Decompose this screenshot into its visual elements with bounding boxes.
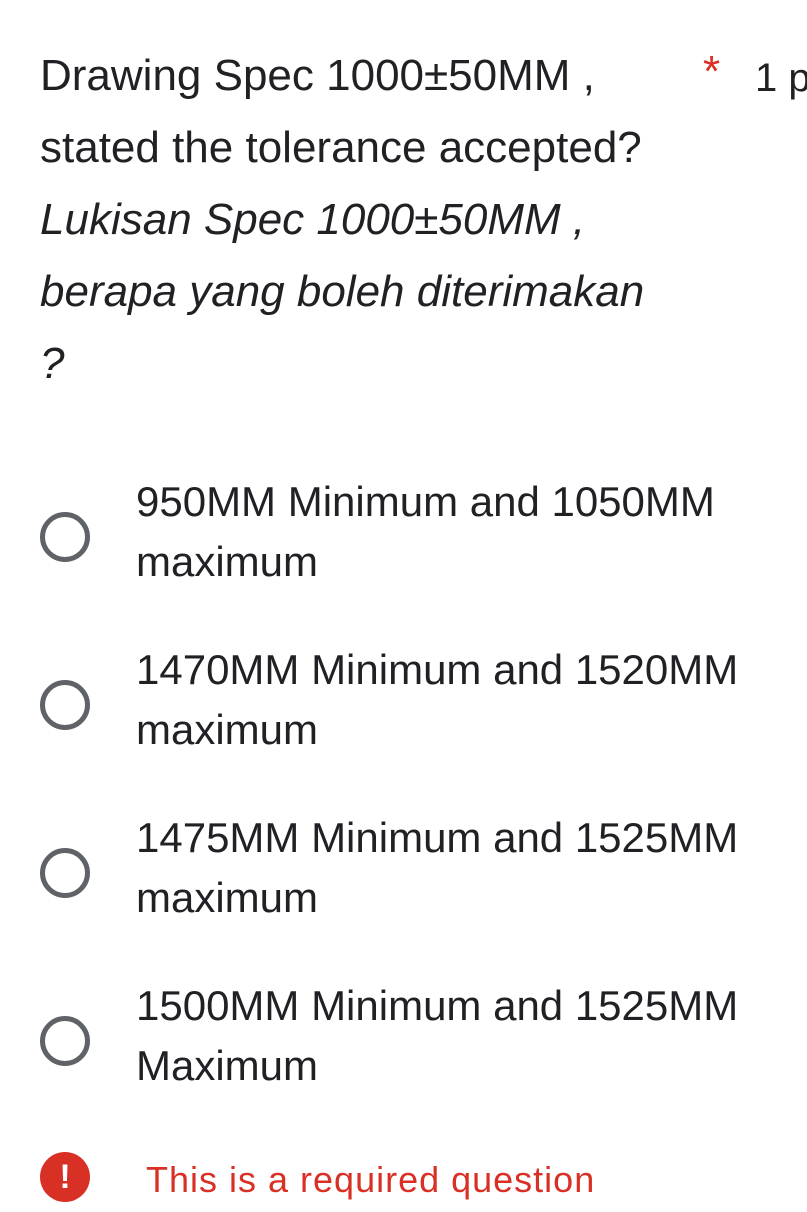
radio-button-2[interactable] (40, 680, 90, 730)
radio-button-3[interactable] (40, 848, 90, 898)
radio-button-4[interactable] (40, 1016, 90, 1066)
required-asterisk: * (703, 47, 721, 96)
radio-button-1[interactable] (40, 512, 90, 562)
option-3[interactable]: 1475MM Minimum and 1525MM maximum (0, 806, 807, 936)
points-label: 1 po (755, 56, 807, 100)
required-validation: ! This is a required question (40, 1152, 800, 1212)
option-label-4[interactable]: 1500MM Minimum and 1525MM Maximum (136, 976, 796, 1096)
option-2[interactable]: 1470MM Minimum and 1520MM maximum (0, 638, 807, 768)
option-label-2[interactable]: 1470MM Minimum and 1520MM maximum (136, 640, 796, 760)
question-text-english: Drawing Spec 1000±50MM , stated the tole… (40, 51, 642, 172)
required-question-message: This is a required question (146, 1159, 596, 1200)
question-text-malay: Lukisan Spec 1000±50MM , berapa yang bol… (40, 195, 645, 388)
option-1[interactable]: 950MM Minimum and 1050MM maximum (0, 470, 807, 600)
option-label-3[interactable]: 1475MM Minimum and 1525MM maximum (136, 808, 796, 928)
option-4[interactable]: 1500MM Minimum and 1525MM Maximum (0, 974, 807, 1104)
option-label-1[interactable]: 950MM Minimum and 1050MM maximum (136, 472, 796, 592)
error-icon: ! (40, 1152, 90, 1202)
question-title: Drawing Spec 1000±50MM , stated the tole… (40, 40, 680, 400)
